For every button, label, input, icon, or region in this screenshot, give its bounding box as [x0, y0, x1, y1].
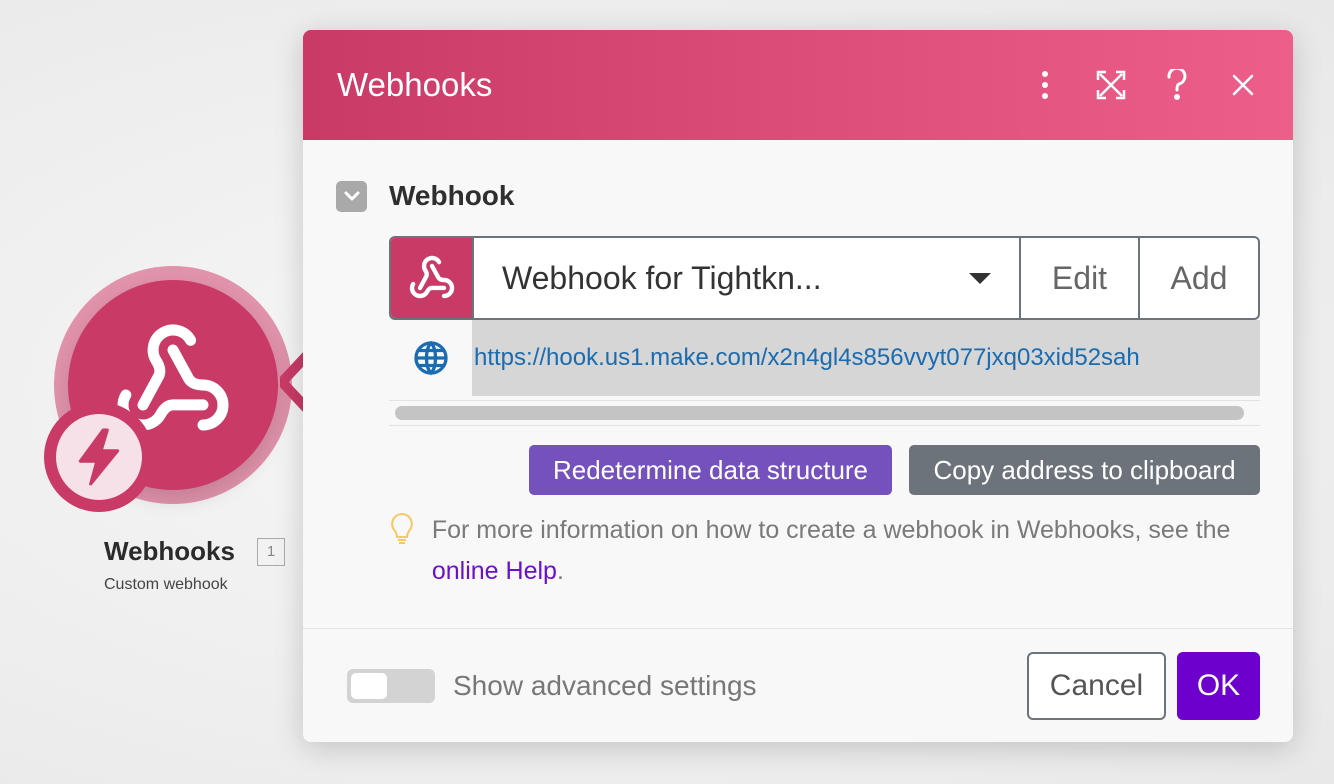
module-subtitle: Custom webhook	[104, 576, 228, 593]
webhook-select-dropdown[interactable]: Webhook for Tightkn...	[472, 238, 1019, 318]
cancel-button[interactable]: Cancel	[1027, 652, 1166, 720]
add-webhook-button[interactable]: Add	[1138, 238, 1258, 318]
module-name: Webhooks	[104, 536, 235, 566]
footer-divider	[303, 628, 1293, 629]
webhooks-module-node[interactable]: Webhooks 1 Custom webhook	[40, 262, 310, 602]
more-vertical-icon	[1042, 71, 1048, 99]
redetermine-data-structure-button[interactable]: Redetermine data structure	[529, 445, 892, 495]
dialog-title: Webhooks	[337, 66, 493, 103]
hint-text: For more information on how to create a …	[431, 516, 1231, 585]
section-collapse-button[interactable]	[336, 180, 367, 212]
edit-webhook-button[interactable]: Edit	[1019, 238, 1138, 318]
dialog-header: Webhooks	[303, 30, 1293, 140]
globe-icon	[413, 340, 448, 376]
trigger-badge	[44, 402, 154, 512]
help-hint: For more information on how to create a …	[389, 510, 1249, 592]
lightbulb-icon	[391, 512, 413, 544]
caret-down-icon	[969, 272, 991, 284]
copy-address-button[interactable]: Copy address to clipboard	[909, 445, 1260, 495]
online-help-link[interactable]: online Help	[432, 557, 557, 585]
advanced-settings-toggle[interactable]	[347, 669, 435, 703]
module-count-badge: 1	[257, 538, 285, 566]
webhook-url-text[interactable]: https://hook.us1.make.com/x2n4gl4s856vvy…	[474, 344, 1140, 372]
advanced-settings-label[interactable]: Show advanced settings	[453, 670, 757, 702]
webhook-url-row: https://hook.us1.make.com/x2n4gl4s856vvy…	[389, 320, 1260, 396]
ok-button[interactable]: OK	[1177, 652, 1260, 720]
more-options-button[interactable]	[1029, 69, 1061, 101]
url-horizontal-scrollbar[interactable]	[389, 400, 1260, 426]
close-button[interactable]	[1227, 69, 1259, 101]
webhook-select-group: Webhook for Tightkn... Edit Add	[389, 236, 1260, 320]
section-title: Webhook	[389, 180, 515, 211]
webhook-icon	[409, 255, 454, 299]
help-button[interactable]	[1161, 69, 1193, 101]
scrollbar-thumb[interactable]	[395, 406, 1244, 420]
webhooks-settings-dialog: Webhooks Webhook Webhook for Tightkn... …	[303, 30, 1293, 742]
help-icon	[1167, 69, 1187, 100]
close-icon	[1232, 74, 1254, 96]
webhook-url-field[interactable]: https://hook.us1.make.com/x2n4gl4s856vvy…	[472, 320, 1260, 396]
maximize-icon	[1096, 70, 1126, 100]
chevron-down-icon	[344, 191, 359, 201]
maximize-button[interactable]	[1095, 69, 1127, 101]
lightning-bolt-icon	[78, 428, 120, 486]
webhook-select-app-icon	[391, 238, 472, 318]
webhook-select-value: Webhook for Tightkn...	[502, 259, 822, 296]
toggle-knob	[351, 673, 387, 699]
